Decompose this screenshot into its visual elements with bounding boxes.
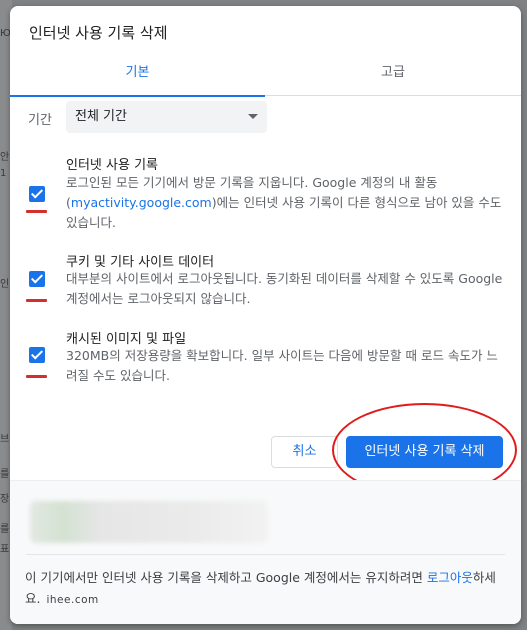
background-text: 를 (0, 524, 10, 535)
time-range-label: 기간 (28, 113, 52, 128)
time-range-value: 전체 기간 (75, 109, 127, 124)
clear-browsing-data-dialog: 인터넷 사용 기록 삭제 기본 고급 기간 전체 기간 인터넷 사용 기록 로그… (10, 6, 521, 624)
background-text: 인 (0, 279, 10, 290)
watermark-text: ihee.com (46, 594, 99, 606)
divider (26, 554, 505, 555)
background-text: 장 (0, 494, 10, 505)
background-text: 를 (0, 469, 10, 480)
blurred-account-info (30, 501, 268, 543)
annotation-underline (26, 375, 47, 378)
background-text: 1 (0, 168, 7, 179)
clear-data-button[interactable]: 인터넷 사용 기록 삭제 (346, 436, 503, 468)
background-text: 안 (0, 152, 10, 163)
cached-files-checkbox[interactable] (29, 347, 45, 363)
sign-out-link[interactable]: 로그아웃 (427, 570, 473, 585)
browsing-history-checkbox[interactable] (29, 186, 45, 202)
dropdown-arrow-icon (248, 114, 258, 119)
cached-files-title: 캐시된 이미지 및 파일 (66, 332, 187, 347)
cached-files-description: 320MB의 저장용량을 확보합니다. 일부 사이트는 다음에 방문할 때 로드… (66, 348, 498, 383)
browsing-history-title: 인터넷 사용 기록 (66, 158, 158, 173)
tab-advanced[interactable]: 고급 (265, 54, 521, 96)
cancel-button[interactable]: 취소 (271, 436, 338, 468)
background-text: 표 (0, 544, 10, 555)
sign-out-hint: 이 기기에서만 인터넷 사용 기록을 삭제하고 Google 계정에서는 유지하… (25, 570, 496, 606)
myactivity-link[interactable]: myactivity.google.com (71, 195, 212, 210)
annotation-underline (26, 299, 47, 302)
dialog-title: 인터넷 사용 기록 삭제 (29, 24, 168, 42)
cookies-title: 쿠키 및 기타 사이트 데이터 (66, 255, 215, 270)
cookies-description: 대부분의 사이트에서 로그아웃됩니다. 동기화된 데이터를 삭제할 수 있도록 … (66, 271, 503, 306)
tab-basic[interactable]: 기본 (10, 54, 265, 97)
browsing-history-description: 로그인된 모든 기기에서 방문 기록을 지웁니다. Google 계정의 내 활… (66, 175, 502, 230)
dialog-footer: 이 기기에서만 인터넷 사용 기록을 삭제하고 Google 계정에서는 유지하… (10, 480, 521, 624)
time-range-select[interactable]: 전체 기간 (66, 101, 267, 133)
cookies-checkbox[interactable] (29, 271, 45, 287)
annotation-underline (26, 210, 47, 213)
background-text: 브 (0, 434, 10, 445)
tab-bar: 기본 고급 (10, 54, 521, 97)
